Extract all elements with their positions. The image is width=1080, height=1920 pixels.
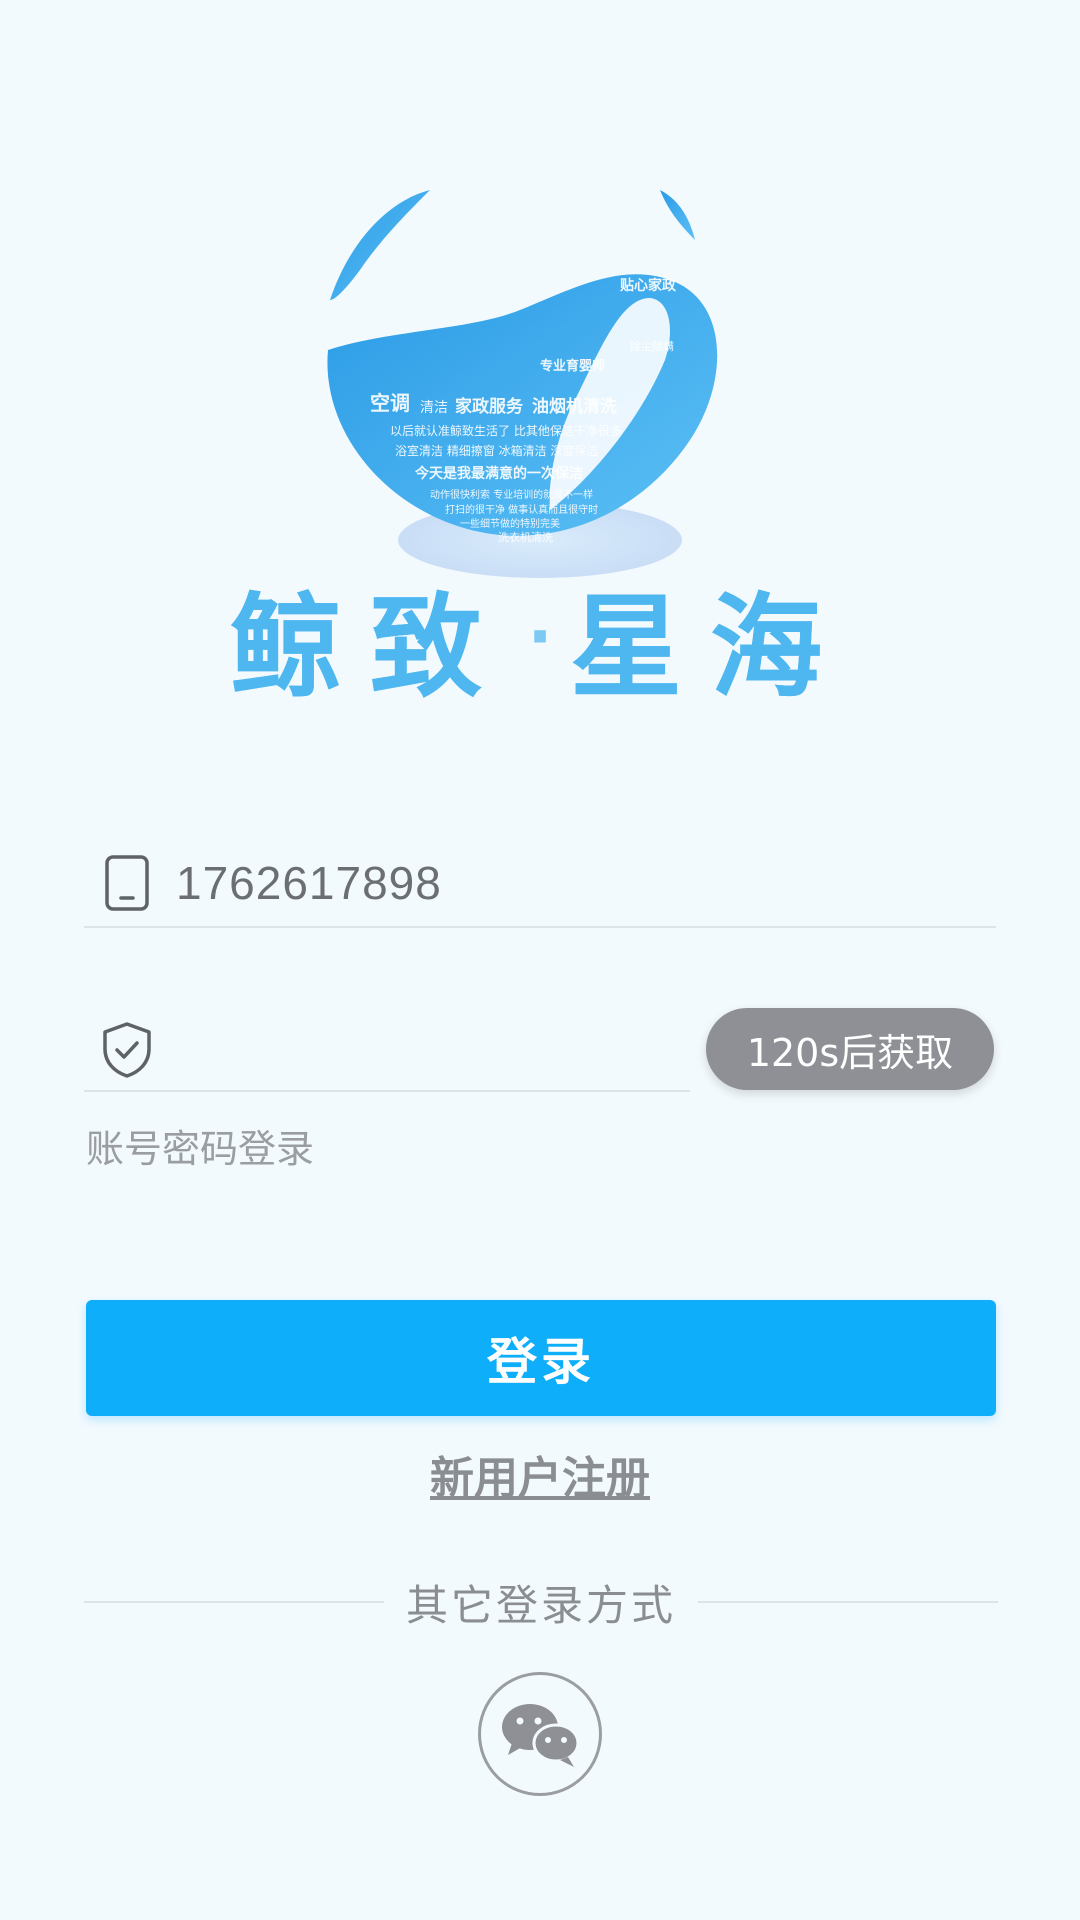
other-login-divider: 其它登录方式: [84, 1570, 999, 1634]
svg-text:以后就认准鲸致生活了 比其他保洁干净很多: 以后就认准鲸致生活了 比其他保洁干净很多: [390, 423, 622, 438]
register-link[interactable]: 新用户注册: [0, 1442, 1080, 1506]
wechat-icon: [502, 1704, 580, 1767]
svg-text:油烟机清洗: 油烟机清洗: [532, 396, 617, 417]
login-page: 贴心家政 空调 清洁 家政服务 油烟机清洗 以后就认准鲸致生活了 比其他保洁干净…: [0, 0, 1080, 1920]
code-input[interactable]: [175, 1020, 690, 1080]
svg-text:一些细节做的特别完美: 一些细节做的特别完美: [460, 517, 560, 530]
divider-right: [698, 1601, 999, 1603]
account-password-login-link[interactable]: 账号密码登录: [86, 1118, 314, 1173]
svg-text:贴心家政: 贴心家政: [620, 277, 677, 294]
phone-input[interactable]: 1762617898: [176, 856, 442, 910]
svg-text:洗衣机清洗: 洗衣机清洗: [498, 530, 553, 544]
svg-text:清洁: 清洁: [420, 400, 448, 416]
brand-logo: 贴心家政 空调 清洁 家政服务 油烟机清洗 以后就认准鲸致生活了 比其他保洁干净…: [320, 180, 760, 580]
divider-left: [84, 1601, 384, 1603]
other-login-label: 其它登录方式: [406, 1580, 677, 1630]
svg-text:除尘除螨: 除尘除螨: [630, 339, 674, 353]
whale-logo-icon: 贴心家政 空调 清洁 家政服务 油烟机清洗 以后就认准鲸致生活了 比其他保洁干净…: [327, 190, 718, 578]
svg-text:打扫的很干净 做事认真而且很守时: 打扫的很干净 做事认真而且很守时: [445, 503, 598, 516]
code-field[interactable]: [84, 1010, 690, 1092]
svg-text:今天是我最满意的一次保洁: 今天是我最满意的一次保洁: [414, 465, 583, 482]
shield-check-icon: [96, 1019, 157, 1081]
brand-name-part2: 星海: [570, 583, 851, 713]
svg-text:浴室清洁 精细擦窗 冰箱清洁 深度保洁: 浴室清洁 精细擦窗 冰箱清洁 深度保洁: [395, 443, 598, 458]
login-button[interactable]: 登录: [86, 1300, 996, 1416]
svg-text:动作很快利索 专业培训的就是不一样: 动作很快利索 专业培训的就是不一样: [430, 488, 593, 501]
svg-text:专业育婴师: 专业育婴师: [540, 358, 605, 374]
svg-text:家政服务: 家政服务: [455, 396, 524, 417]
wechat-login-button[interactable]: [478, 1672, 602, 1796]
brand-separator: ·: [527, 601, 553, 675]
brand-wordmark: 鲸致 · 星海: [0, 578, 1080, 713]
phone-icon: [96, 852, 158, 914]
svg-text:空调: 空调: [370, 391, 410, 415]
brand-name-part1: 鲸致: [229, 583, 510, 713]
get-code-countdown-button[interactable]: 120s后获取: [706, 1008, 994, 1090]
phone-field[interactable]: 1762617898: [84, 840, 996, 928]
